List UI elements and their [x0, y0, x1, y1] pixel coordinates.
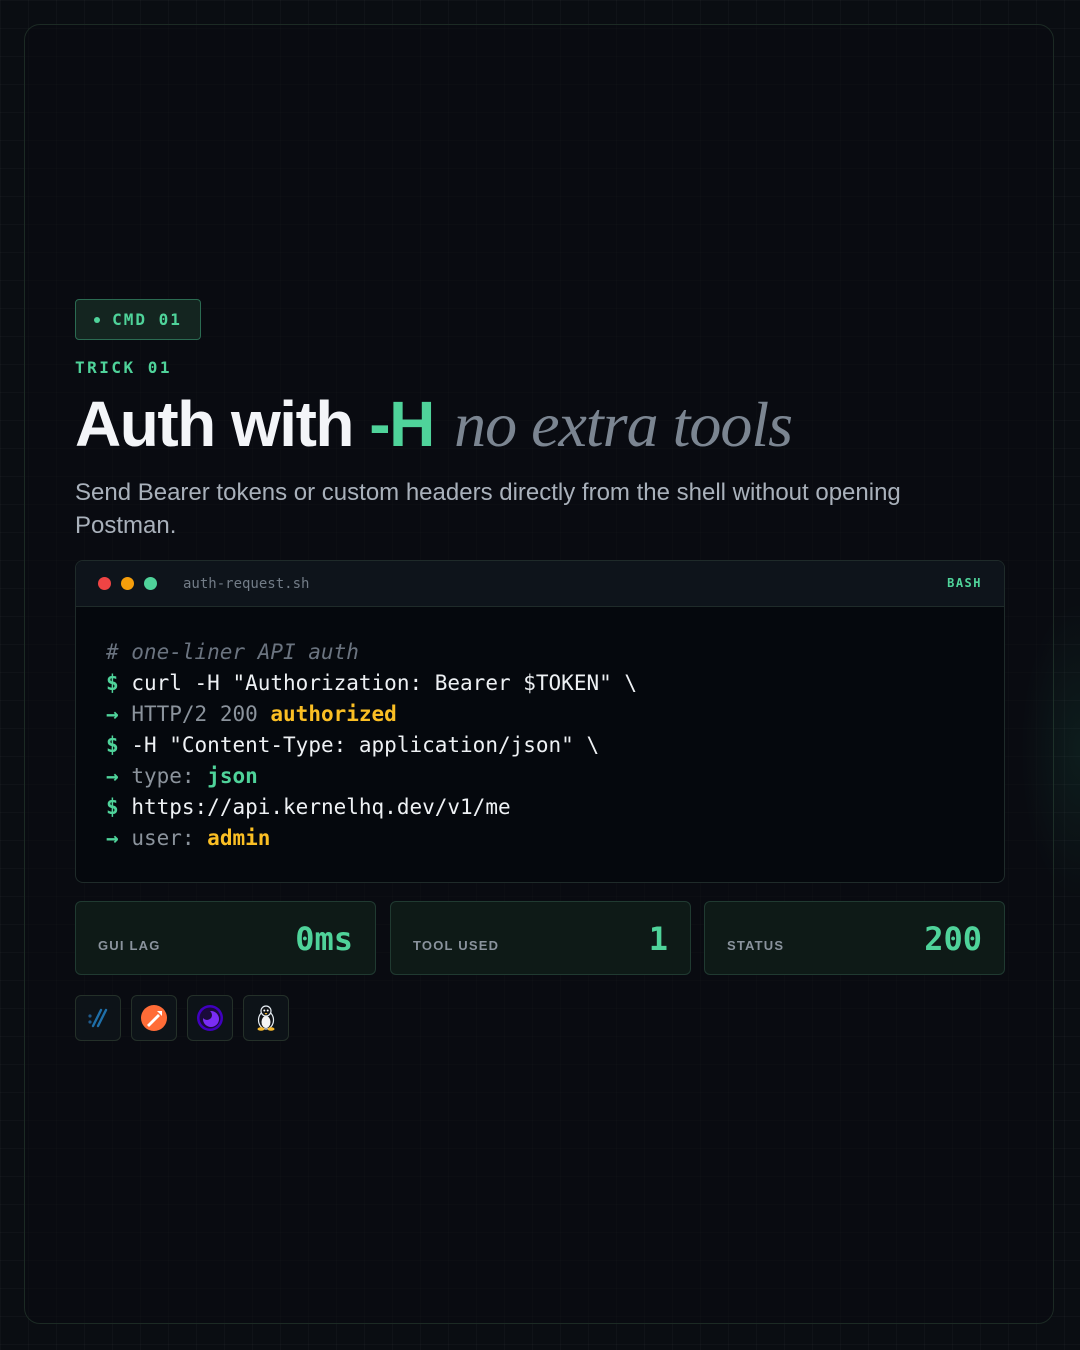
insomnia-icon[interactable]	[187, 995, 233, 1041]
output-text: HTTP/2 200	[131, 702, 271, 726]
code-line: → type: json	[106, 761, 974, 792]
stat-label: STATUS	[727, 938, 785, 953]
terminal-titlebar: auth-request.sh BASH	[76, 561, 1004, 607]
stat-value: 200	[924, 920, 982, 958]
linux-tux-icon[interactable]	[243, 995, 289, 1041]
stats-row: GUI LAG 0ms TOOL USED 1 STATUS 200	[75, 901, 1005, 975]
badge-label: CMD 01	[112, 310, 182, 329]
stat-card-status: STATUS 200	[704, 901, 1005, 975]
stat-value: 0ms	[295, 920, 353, 958]
stat-value: 1	[648, 920, 668, 958]
code-line: $ curl -H "Authorization: Bearer $TOKEN"…	[106, 668, 974, 699]
stat-label: GUI LAG	[98, 938, 161, 953]
stat-card-gui-lag: GUI LAG 0ms	[75, 901, 376, 975]
insomnia-icon-graphic	[197, 1005, 223, 1031]
title-italic: no extra tools	[454, 389, 793, 460]
postman-icon[interactable]	[131, 995, 177, 1041]
close-dot-icon[interactable]	[98, 577, 111, 590]
title-main: Auth with	[75, 388, 370, 460]
terminal-code: # one-liner API auth $ curl -H "Authoriz…	[76, 607, 1004, 854]
command-text: https://api.kernelhq.dev/v1/me	[131, 795, 511, 819]
title-flag: -H	[369, 388, 435, 460]
prompt-symbol: $	[106, 795, 119, 819]
terminal-window: auth-request.sh BASH # one-liner API aut…	[75, 560, 1005, 883]
curl-icon[interactable]	[75, 995, 121, 1041]
code-line: → HTTP/2 200 authorized	[106, 699, 974, 730]
prompt-symbol: $	[106, 733, 119, 757]
page-subtitle: Send Bearer tokens or custom headers dir…	[75, 479, 901, 539]
output-arrow-icon: →	[106, 826, 119, 850]
prompt-symbol: $	[106, 671, 119, 695]
curl-icon-graphic	[88, 1008, 108, 1028]
output-text: user:	[131, 826, 208, 850]
output-value: authorized	[270, 702, 397, 726]
trick-eyebrow: TRICK 01	[75, 358, 173, 377]
page-title: Auth with -H no extra tools	[75, 384, 793, 465]
output-text: type:	[131, 764, 208, 788]
code-line: # one-liner API auth	[106, 637, 974, 668]
code-line: $ -H "Content-Type: application/json" \	[106, 730, 974, 761]
output-value: json	[207, 764, 258, 788]
linux-tux-icon-graphic	[257, 1005, 275, 1031]
terminal-language: BASH	[947, 576, 982, 590]
stat-card-tool-used: TOOL USED 1	[390, 901, 691, 975]
output-arrow-icon: →	[106, 764, 119, 788]
output-arrow-icon: →	[106, 702, 119, 726]
command-text: curl -H "Authorization: Bearer $TOKEN" \	[131, 671, 638, 695]
maximize-dot-icon[interactable]	[144, 577, 157, 590]
code-line: $ https://api.kernelhq.dev/v1/me	[106, 792, 974, 823]
badge-dot-icon	[94, 316, 101, 323]
code-line: → user: admin	[106, 823, 974, 854]
stat-label: TOOL USED	[413, 938, 500, 953]
output-value: admin	[207, 826, 271, 850]
command-text: -H "Content-Type: application/json" \	[131, 733, 600, 757]
code-comment: # one-liner API auth	[106, 640, 359, 664]
terminal-filename: auth-request.sh	[183, 575, 310, 592]
postman-icon-graphic	[141, 1005, 167, 1031]
minimize-dot-icon[interactable]	[121, 577, 134, 590]
edge-glow	[1020, 600, 1080, 900]
command-badge: CMD 01	[75, 299, 201, 340]
